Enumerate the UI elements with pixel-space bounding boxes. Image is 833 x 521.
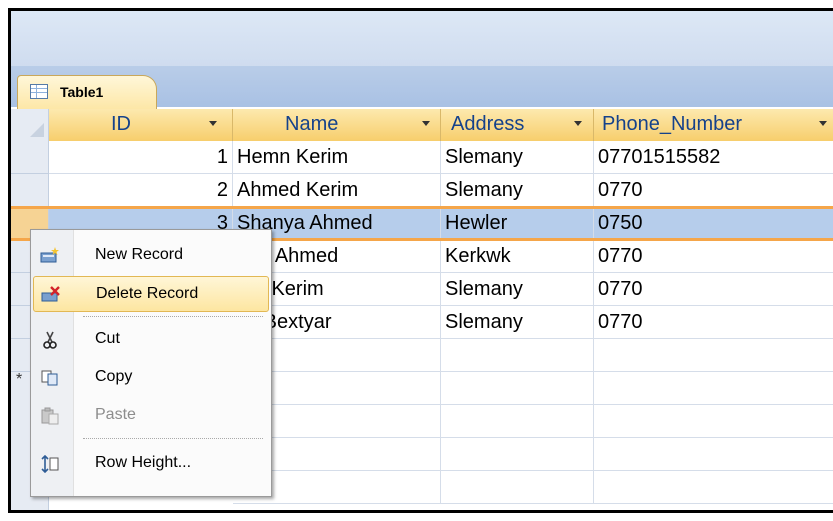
cell-id[interactable]: 1	[49, 141, 233, 174]
column-header-name[interactable]: Name	[233, 109, 441, 141]
context-menu: New Record Delete Record Cut Copy Paste …	[30, 229, 272, 497]
menu-item-label: Cut	[95, 330, 120, 347]
ribbon-area	[11, 11, 833, 66]
cell-phone[interactable]	[594, 339, 833, 372]
menu-item-label: Delete Record	[96, 285, 199, 302]
column-header-label: Address	[451, 113, 525, 135]
column-header-label: ID	[111, 113, 131, 135]
menu-item-row-height[interactable]: Row Height...	[33, 446, 269, 482]
cell-address[interactable]: Slemany	[441, 141, 594, 174]
column-header-id[interactable]: ID	[49, 109, 233, 141]
cell-phone[interactable]: 0770	[594, 273, 833, 306]
new-record-marker-icon: *	[16, 371, 23, 388]
column-header-label: Name	[285, 113, 339, 135]
cell-name[interactable]: Ahmed Kerim	[233, 174, 441, 207]
tab-table1[interactable]: Table1	[17, 75, 157, 109]
cell-address[interactable]: Hewler	[441, 207, 594, 240]
row-selector[interactable]	[11, 141, 49, 174]
menu-separator	[83, 316, 263, 317]
column-header-label: Phone_Number	[602, 113, 743, 135]
new-record-icon	[39, 247, 61, 265]
column-dropdown-icon[interactable]	[422, 121, 430, 126]
cell-phone[interactable]: 0750	[594, 207, 833, 240]
cell-address[interactable]: Slemany	[441, 174, 594, 207]
empty-cell	[594, 372, 833, 405]
row-selector[interactable]	[11, 174, 49, 207]
column-dropdown-icon[interactable]	[819, 121, 827, 126]
paste-icon	[39, 407, 61, 425]
menu-item-label: Copy	[95, 368, 133, 385]
column-header-address[interactable]: Address	[441, 109, 594, 141]
scissors-icon	[39, 331, 61, 349]
table-row[interactable]: 1 Hemn Kerim Slemany 07701515582	[49, 141, 833, 174]
cell-address[interactable]: Slemany	[441, 273, 594, 306]
table-icon	[30, 84, 48, 99]
selection-border-top	[11, 206, 833, 209]
menu-separator	[83, 438, 263, 439]
column-header-phone-number[interactable]: Phone_Number	[594, 109, 833, 141]
empty-cell	[441, 372, 594, 405]
menu-item-label: Paste	[95, 406, 136, 423]
empty-cell	[594, 438, 833, 471]
menu-item-cut[interactable]: Cut	[33, 322, 269, 358]
cell-address[interactable]	[441, 339, 594, 372]
copy-icon	[39, 369, 61, 387]
cell-phone[interactable]: 0770	[594, 306, 833, 339]
tab-label: Table1	[60, 84, 104, 100]
menu-item-paste[interactable]: Paste	[33, 398, 269, 434]
empty-cell	[441, 471, 594, 504]
cell-address[interactable]: Slemany	[441, 306, 594, 339]
cell-phone[interactable]: 07701515582	[594, 141, 833, 174]
cell-id[interactable]: 2	[49, 174, 233, 207]
select-all-corner[interactable]	[11, 109, 49, 141]
column-dropdown-icon[interactable]	[209, 121, 217, 126]
row-height-icon	[39, 454, 61, 474]
menu-item-copy[interactable]: Copy	[33, 360, 269, 396]
menu-item-new-record[interactable]: New Record	[33, 238, 269, 274]
menu-item-label: New Record	[95, 246, 184, 263]
menu-item-delete-record[interactable]: Delete Record	[33, 276, 269, 312]
empty-cell	[441, 438, 594, 471]
cell-name[interactable]: Hemn Kerim	[233, 141, 441, 174]
cell-address[interactable]: Kerkwk	[441, 240, 594, 273]
empty-cell	[441, 405, 594, 438]
empty-cell	[594, 471, 833, 504]
cell-phone[interactable]: 0770	[594, 240, 833, 273]
empty-cell	[594, 405, 833, 438]
cell-phone[interactable]: 0770	[594, 174, 833, 207]
table-row[interactable]: 2 Ahmed Kerim Slemany 0770	[49, 174, 833, 207]
delete-record-icon	[40, 286, 62, 304]
column-dropdown-icon[interactable]	[574, 121, 582, 126]
menu-item-label: Row Height...	[95, 454, 192, 471]
